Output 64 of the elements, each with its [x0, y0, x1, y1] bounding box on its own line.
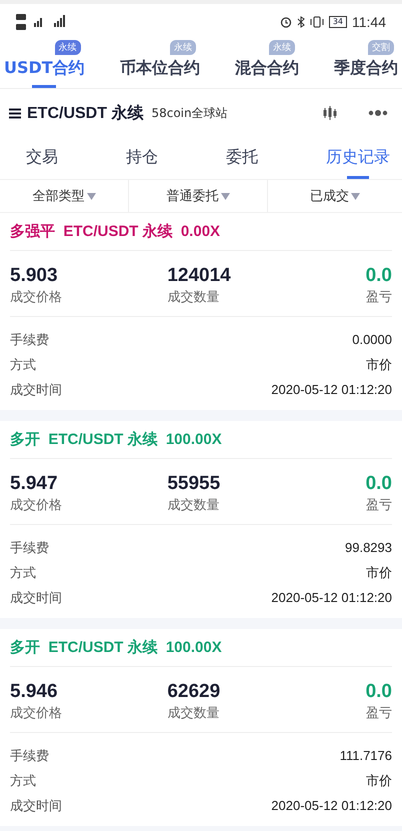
pnl-value: 0.0	[366, 473, 392, 495]
price-label: 成交价格	[10, 289, 63, 306]
section-tab[interactable]: 交易	[26, 139, 58, 176]
detail-value: 市价	[366, 772, 392, 790]
tab-badge: 永续	[54, 40, 81, 55]
amount-label: 成交数量	[167, 497, 220, 514]
detail-value: 2020-05-12 01:12:20	[271, 382, 392, 397]
record-title: 多开 ETC/USDT 永续 100.00X	[10, 421, 392, 459]
price-label: 成交价格	[10, 705, 63, 722]
alarm-icon	[280, 16, 292, 28]
detail-value: 0.0000	[352, 332, 392, 347]
detail-label: 成交时间	[10, 590, 62, 606]
amount-label: 成交数量	[167, 289, 220, 306]
bluetooth-icon	[296, 16, 305, 28]
pnl-label: 盈亏	[366, 705, 392, 722]
amount-value: 62629	[167, 681, 222, 703]
detail-label: 方式	[10, 772, 36, 790]
record-title: 多开 ETC/USDT 永续 100.00X	[10, 629, 392, 667]
record-title: 多强平 ETC/USDT 永续 0.00X	[10, 213, 392, 251]
menu-icon[interactable]	[9, 108, 21, 118]
price-label: 成交价格	[10, 497, 63, 514]
price-value: 5.947	[10, 473, 59, 495]
tab-badge: 交割	[368, 40, 394, 55]
detail-label: 手续费	[10, 332, 49, 348]
detail-label: 方式	[10, 356, 36, 374]
price-value: 5.903	[10, 265, 59, 287]
detail-label: 手续费	[10, 540, 49, 556]
pnl-label: 盈亏	[366, 497, 392, 514]
contract-tab[interactable]: 币本位合约	[120, 58, 200, 79]
pnl-value: 0.0	[366, 265, 392, 287]
pnl-value: 0.0	[366, 681, 392, 703]
section-tab[interactable]: 持仓	[126, 139, 158, 176]
battery-level: 34	[328, 16, 347, 28]
contract-tab[interactable]: 季度合约	[334, 58, 398, 79]
detail-value: 111.7176	[340, 748, 392, 763]
detail-value: 2020-05-12 01:12:20	[271, 590, 392, 605]
contract-tab[interactable]: USDT合约	[4, 58, 85, 79]
exchange-name: 58coin全球站	[151, 104, 228, 122]
tab-badge: 永续	[170, 40, 196, 55]
contract-tab[interactable]: 混合合约	[234, 58, 299, 79]
price-value: 5.946	[10, 681, 59, 703]
vibrate-icon	[310, 16, 324, 28]
dropdown-icon	[220, 192, 230, 200]
more-icon[interactable]	[368, 109, 388, 117]
detail-label: 成交时间	[10, 382, 62, 398]
pair-title: ETC/USDT 永续	[27, 103, 144, 124]
section-tab[interactable]: 委托	[226, 139, 258, 176]
detail-label: 方式	[10, 564, 36, 582]
detail-label: 成交时间	[10, 798, 62, 814]
pnl-label: 盈亏	[366, 289, 392, 306]
dropdown-icon	[86, 192, 96, 200]
tab-badge: 永续	[268, 40, 295, 55]
amount-label: 成交数量	[167, 705, 220, 722]
dropdown-icon	[351, 192, 360, 200]
detail-value: 市价	[366, 564, 392, 582]
candlestick-icon[interactable]	[322, 105, 338, 121]
detail-value: 市价	[366, 356, 392, 374]
clock-time: 11:44	[352, 14, 386, 30]
amount-value: 124014	[167, 265, 232, 287]
detail-value: 2020-05-12 01:12:20	[271, 798, 392, 813]
section-tab[interactable]: 历史记录	[326, 139, 390, 176]
detail-label: 手续费	[10, 748, 49, 764]
detail-value: 99.8293	[345, 540, 392, 555]
amount-value: 55955	[167, 473, 222, 495]
